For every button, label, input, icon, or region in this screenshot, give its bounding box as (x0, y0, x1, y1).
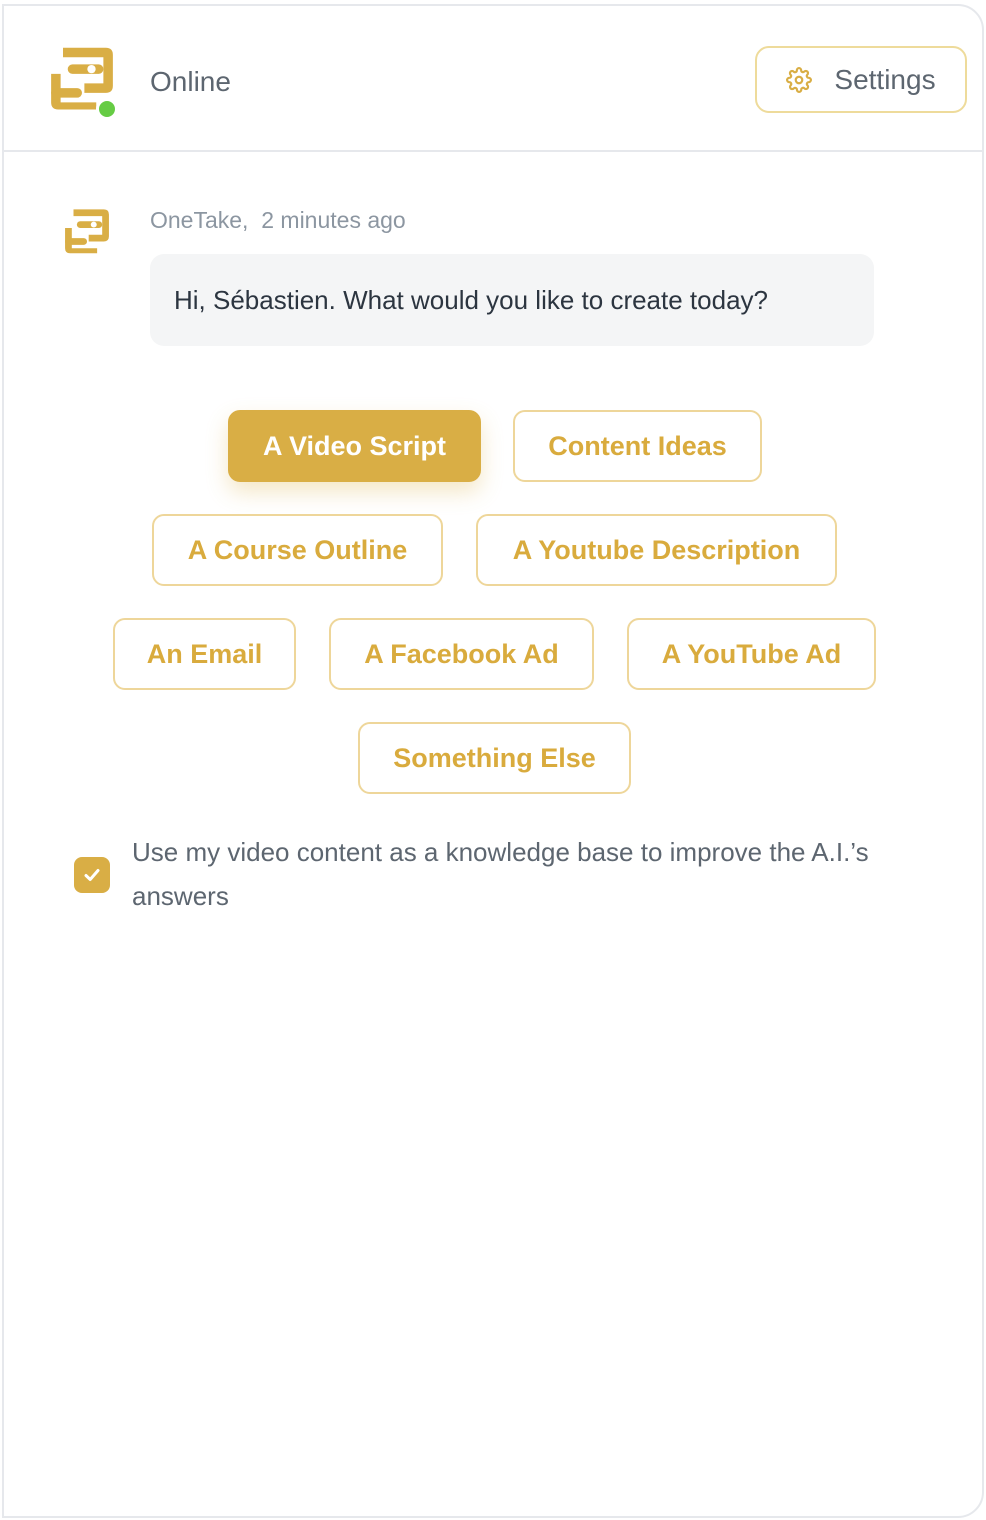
checkmark-icon (84, 869, 100, 881)
option-facebook-ad[interactable]: A Facebook Ad (329, 618, 594, 690)
chat-header: Online Settings (4, 6, 982, 152)
option-youtube-ad[interactable]: A YouTube Ad (627, 618, 876, 690)
message-bubble: Hi, Sébastien. What would you like to cr… (150, 254, 874, 346)
gear-icon (786, 66, 813, 93)
message-text: Hi, Sébastien. What would you like to cr… (174, 284, 768, 315)
option-email[interactable]: An Email (113, 618, 296, 690)
online-status-dot (96, 98, 118, 120)
option-course-outline[interactable]: A Course Outline (152, 514, 443, 586)
knowledge-base-label[interactable]: Use my video content as a knowledge base… (132, 830, 892, 918)
option-something-else[interactable]: Something Else (358, 722, 631, 794)
knowledge-base-checkbox[interactable] (74, 857, 110, 893)
message-time: 2 minutes ago (261, 207, 406, 233)
status-label: Online (150, 66, 231, 97)
message-meta: OneTake, 2 minutes ago (150, 206, 406, 234)
option-video-script[interactable]: A Video Script (228, 410, 481, 482)
option-content-ideas[interactable]: Content Ideas (513, 410, 762, 482)
settings-label: Settings (834, 63, 936, 95)
message-sender: OneTake, (150, 207, 249, 233)
option-youtube-description[interactable]: A Youtube Description (476, 514, 837, 586)
onetake-avatar-icon (65, 209, 109, 254)
settings-button[interactable]: Settings (755, 46, 967, 113)
chat-panel: Online Settings OneTake, 2 minutes ago H… (2, 4, 984, 1518)
